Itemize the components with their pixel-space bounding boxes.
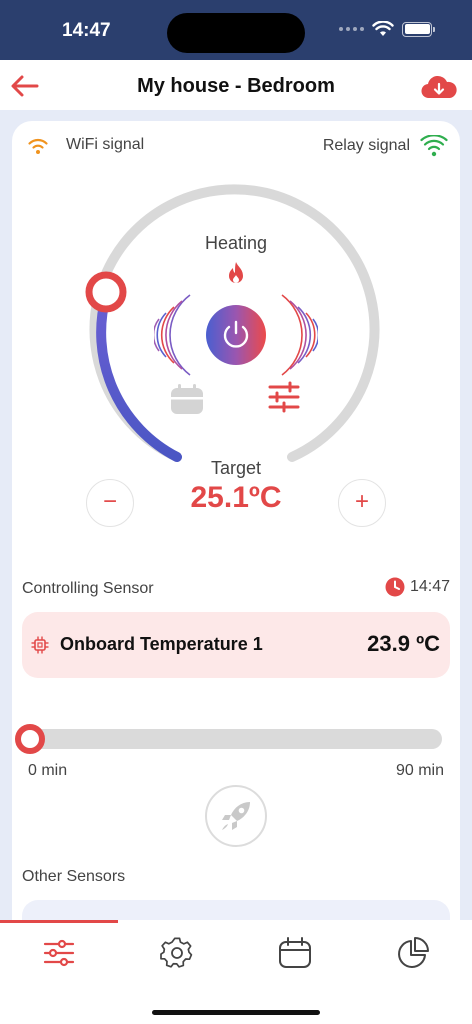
calendar-icon <box>279 937 311 968</box>
flame-icon <box>229 262 243 283</box>
dynamic-island <box>167 13 305 53</box>
boost-slider-thumb[interactable] <box>15 724 45 754</box>
battery-icon <box>402 21 435 37</box>
power-button[interactable] <box>206 305 266 365</box>
power-icon <box>223 320 249 348</box>
sliders-icon <box>43 939 75 967</box>
tab-settings[interactable] <box>118 936 236 972</box>
cellular-icon <box>339 27 364 31</box>
dial-arc <box>85 184 380 462</box>
thermostat-card: WiFi signal Relay signal Heating Target … <box>12 121 460 941</box>
other-sensors-label: Other Sensors <box>22 868 126 885</box>
tab-schedule[interactable] <box>236 936 354 972</box>
wifi-status-icon <box>372 21 394 36</box>
target-label: Target <box>210 458 262 478</box>
dial-handle[interactable] <box>85 271 127 313</box>
rocket-icon <box>222 802 250 830</box>
settings-sliders-icon[interactable] <box>268 381 300 413</box>
tab-controls[interactable] <box>0 936 118 972</box>
status-bar: 14:47 <box>0 0 472 60</box>
boost-min-label: 0 min <box>28 762 68 779</box>
cloud-download-icon[interactable] <box>420 74 458 100</box>
calendar-icon[interactable] <box>170 383 204 415</box>
boost-max-label: 90 min <box>395 762 444 779</box>
heat-waves-right-icon <box>281 294 318 376</box>
status-icons <box>339 21 435 37</box>
heat-waves-left-icon <box>154 294 191 376</box>
page-title: My house - Bedroom <box>137 75 335 97</box>
chip-icon <box>31 636 49 654</box>
gear-icon <box>160 937 193 968</box>
controlling-sensor-row[interactable]: Onboard Temperature 1 23.9 ºC <box>22 612 450 678</box>
boost-slider-track[interactable] <box>22 729 442 749</box>
decrease-button[interactable]: − <box>86 479 134 527</box>
increase-button[interactable]: + <box>338 479 386 527</box>
sensor-value: 23.9 ºC <box>367 631 440 656</box>
app-header: My house - Bedroom <box>0 60 472 110</box>
last-update-time: 14:47 <box>409 578 450 595</box>
mode-label: Heating <box>204 233 268 253</box>
last-update: 14:47 <box>385 577 450 597</box>
home-indicator <box>152 1010 320 1015</box>
target-temperature: 25.1ºC <box>190 481 282 514</box>
tab-bar <box>0 920 472 1024</box>
status-time: 14:47 <box>62 20 111 41</box>
tab-statistics[interactable] <box>354 936 472 972</box>
clock-icon <box>385 577 405 597</box>
pie-chart-icon <box>398 937 429 968</box>
boost-button[interactable] <box>205 785 267 847</box>
sensor-name: Onboard Temperature 1 <box>60 634 263 654</box>
active-tab-indicator <box>0 920 118 923</box>
controlling-sensor-label: Controlling Sensor <box>22 580 154 597</box>
